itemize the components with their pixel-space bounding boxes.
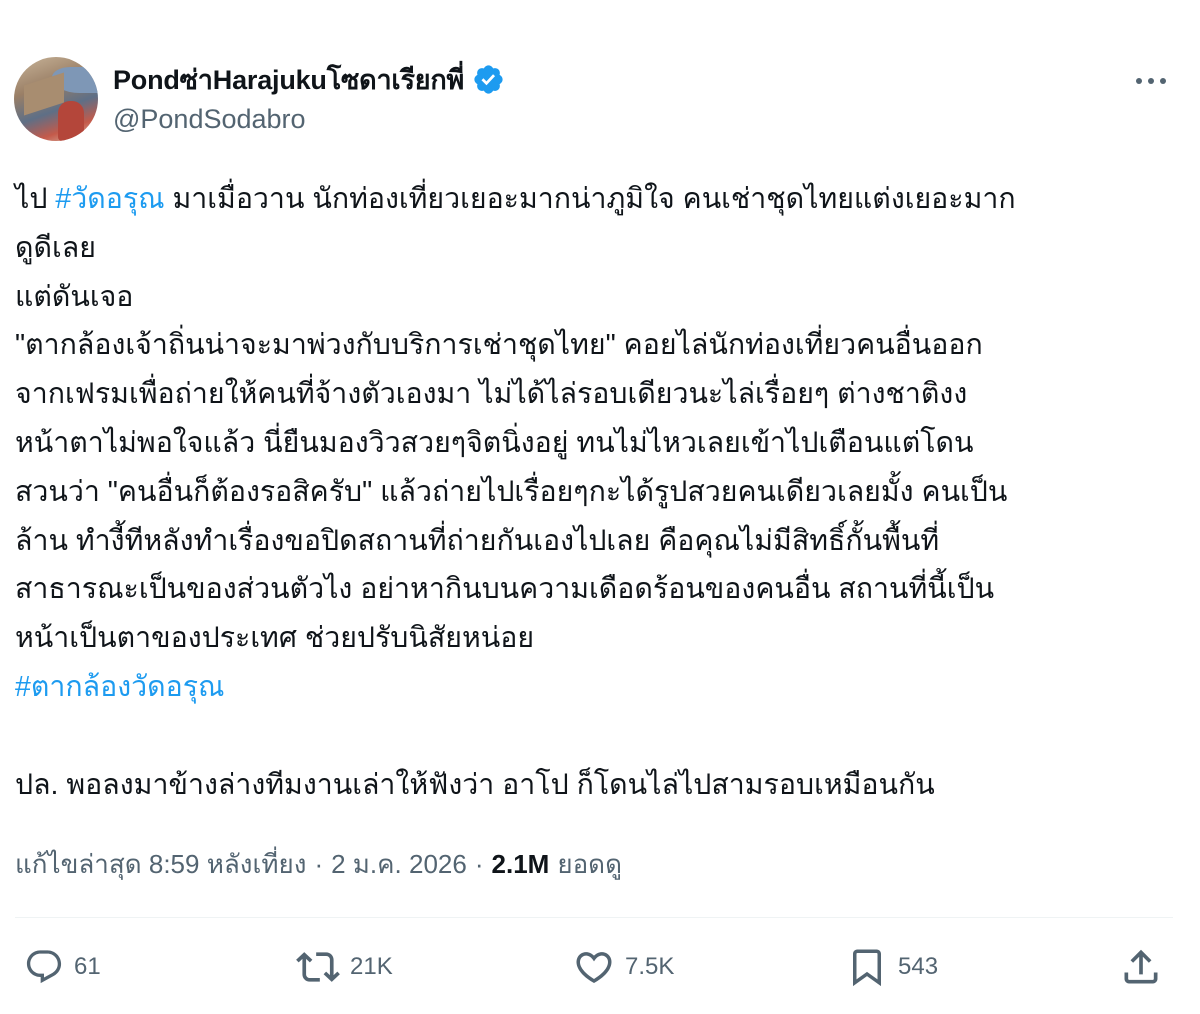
tweet-line: ไป #วัดอรุณ มาเมื่อวาน นักท่องเที่ยวเยอะ… [15,175,1180,224]
hashtag-link[interactable]: #วัดอรุณ [55,183,164,215]
tweet-line: สวนว่า "คนอื่นก็ต้องรอสิครับ" แล้วถ่ายไป… [15,468,1180,517]
author-handle[interactable]: @PondSodabro [113,104,306,135]
share-icon [1124,949,1158,984]
reply-icon [26,950,62,984]
reply-count: 61 [74,953,101,980]
author-name-row: Pondซ่าHarajukuโซดาเรียกพี่ [113,61,505,97]
meta-separator: · [474,849,484,879]
tweet-text-segment: สวนว่า "คนอื่นก็ต้องรอสิครับ" แล้วถ่ายไป… [15,475,1008,508]
tweet-text-segment: ไป [15,183,56,215]
tweet-line: หน้าตาไม่พอใจแล้ว นี่ยืนมองวิวสวยๆจิตนิ่… [15,419,1180,468]
tweet-text-segment: ปล. พอลงมาข้างล่างทีมงานเล่าให้ฟังว่า อา… [15,768,935,801]
tweet-text-segment: มาเมื่อวาน นักท่องเที่ยวเยอะมากน่าภูมิใจ… [164,183,1016,215]
tweet-line: ดูดีเลย [15,224,1180,273]
tweet-meta: แก้ไขล่าสุด 8:59 หลังเที่ยง · 2 ม.ค. 202… [15,844,622,885]
tweet-text-segment: "ตากล้องเจ้าถิ่นน่าจะมาพ่วงกับบริการเช่า… [15,329,983,362]
tweet-line: ล้าน ทำงี้ทีหลังทำเรื่องขอปิดสถานที่ถ่าย… [15,517,1180,566]
tweet-line: ปล. พอลงมาข้างล่างทีมงานเล่าให้ฟังว่า อา… [15,761,1180,810]
verified-badge-icon[interactable] [472,63,505,96]
tweet-text-segment: หน้าตาไม่พอใจแล้ว นี่ยืนมองวิวสวยๆจิตนิ่… [15,426,974,459]
tweet-text-segment: จากเฟรมเพื่อถ่ายให้คนที่จ้างตัวเองมา ไม่… [15,378,968,411]
hashtag-link[interactable]: #ตากล้องวัดอรุณ [15,671,225,703]
meta-separator: · [314,849,324,879]
bookmark-button[interactable]: 543 [846,943,938,991]
repost-button[interactable]: 21K [296,943,393,991]
tweet-text-segment: หน้าเป็นตาของประเทศ ช่วยปรับนิสัยหน่อย [15,622,535,655]
tweet-line: สาธารณะเป็นของส่วนตัวไง อย่าหากินบนความเ… [15,565,1180,614]
edited-label[interactable]: แก้ไขล่าสุด [15,844,142,885]
tweet-line: จากเฟรมเพื่อถ่ายให้คนที่จ้างตัวเองมา ไม่… [15,370,1180,419]
tweet-text-segment: ล้าน ทำงี้ทีหลังทำเรื่องขอปิดสถานที่ถ่าย… [15,524,940,557]
tweet-text-segment: แต่ดันเจอ [15,280,134,313]
tweet-card: Pondซ่าHarajukuโซดาเรียกพี่ @PondSodabro… [0,0,1200,1014]
tweet-line: หน้าเป็นตาของประเทศ ช่วยปรับนิสัยหน่อย [15,614,1180,663]
views-label: ยอดดู [557,849,622,879]
tweet-line: แต่ดันเจอ [15,273,1180,322]
tweet-text: ไป #วัดอรุณ มาเมื่อวาน นักท่องเที่ยวเยอะ… [15,175,1180,809]
reply-button[interactable]: 61 [24,943,101,991]
like-button[interactable]: 7.5K [573,943,674,991]
heart-icon [576,952,612,984]
repost-count: 21K [350,953,393,980]
divider [15,917,1173,918]
like-count: 7.5K [625,953,675,980]
author-display-name[interactable]: Pondซ่าHarajukuโซดาเรียกพี่ [113,58,464,101]
action-bar: 61 21K 7.5K 543 [0,943,1200,991]
more-options-button[interactable] [1133,67,1169,95]
views-count[interactable]: 2.1M [492,849,550,880]
tweet-line [15,712,1180,761]
tweet-line: #ตากล้องวัดอรุณ [15,663,1180,712]
tweet-date[interactable]: 2 ม.ค. 2026 [331,844,467,885]
tweet-text-segment: ดูดีเลย [15,231,96,264]
repost-icon [296,952,340,982]
tweet-text-segment: สาธารณะเป็นของส่วนตัวไง อย่าหากินบนความเ… [15,573,995,606]
bookmark-icon [853,949,881,987]
bookmark-count: 543 [898,953,939,980]
tweet-line: "ตากล้องเจ้าถิ่นน่าจะมาพ่วงกับบริการเช่า… [15,321,1180,370]
avatar[interactable] [14,57,98,141]
tweet-time[interactable]: 8:59 หลังเที่ยง [149,844,307,885]
more-horizontal-icon [1136,78,1166,84]
share-button[interactable] [1119,943,1163,991]
